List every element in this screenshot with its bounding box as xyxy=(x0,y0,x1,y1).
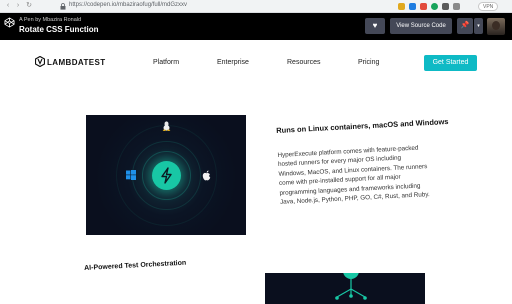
extension-icon[interactable] xyxy=(442,3,449,10)
feature-text-block: Runs on Linux containers, macOS and Wind… xyxy=(276,116,449,208)
nav-pricing[interactable]: Pricing xyxy=(358,59,379,66)
pen-author[interactable]: A Pen by Mbazira Ronald xyxy=(19,17,81,23)
section-body: HyperExecute platform comes with feature… xyxy=(277,144,430,206)
vpn-badge[interactable]: VPN xyxy=(478,2,499,11)
address-field[interactable]: https://codepen.io/mbaziraofug/full/mdGz… xyxy=(69,2,187,8)
extension-icon[interactable] xyxy=(431,3,438,10)
heart-button[interactable]: ♥ xyxy=(365,18,385,34)
pin-button[interactable]: 📌 xyxy=(457,18,473,34)
codepen-logo-icon[interactable] xyxy=(4,17,15,28)
windows-icon xyxy=(126,170,136,180)
view-source-button[interactable]: View Source Code xyxy=(390,18,452,34)
reload-icon[interactable]: ↻ xyxy=(25,2,33,10)
extension-icon[interactable] xyxy=(453,3,460,10)
section-heading: Runs on Linux containers, macOS and Wind… xyxy=(276,116,449,135)
avatar[interactable] xyxy=(487,18,505,35)
lightning-icon xyxy=(161,167,172,184)
extension-icon[interactable] xyxy=(420,3,427,10)
back-icon[interactable]: ‹ xyxy=(4,2,12,10)
linux-icon xyxy=(162,121,171,131)
pin-dropdown-button[interactable]: ▾ xyxy=(474,18,483,34)
apple-icon xyxy=(202,170,211,181)
node-circle xyxy=(343,273,359,279)
hyperexecute-core xyxy=(152,161,181,190)
forward-icon[interactable]: › xyxy=(14,2,22,10)
section2-heading: AI-Powered Test Orchestration xyxy=(84,259,187,272)
lambdatest-logo-icon[interactable] xyxy=(35,56,45,67)
orchestration-graph xyxy=(335,273,367,300)
chevron-down-icon: ▾ xyxy=(477,23,480,29)
get-started-button[interactable]: Get Started xyxy=(424,55,477,71)
pen-title: Rotate CSS Function xyxy=(19,25,99,34)
codepen-header: A Pen by Mbazira Ronald Rotate CSS Funct… xyxy=(0,13,512,40)
heart-icon: ♥ xyxy=(372,21,378,30)
extension-icon[interactable] xyxy=(398,3,405,10)
extension-icon[interactable] xyxy=(409,3,416,10)
hyperexecute-os-illustration xyxy=(86,115,246,235)
pin-icon: 📌 xyxy=(460,22,470,29)
nav-platform[interactable]: Platform xyxy=(153,59,179,66)
orchestration-illustration xyxy=(265,273,425,304)
lambdatest-brand[interactable]: LAMBDATEST xyxy=(47,58,106,67)
browser-url-bar: ‹ › ↻ https://codepen.io/mbaziraofug/ful… xyxy=(0,0,512,13)
nav-resources[interactable]: Resources xyxy=(287,59,320,66)
lock-icon xyxy=(60,3,66,10)
nav-enterprise[interactable]: Enterprise xyxy=(217,59,249,66)
